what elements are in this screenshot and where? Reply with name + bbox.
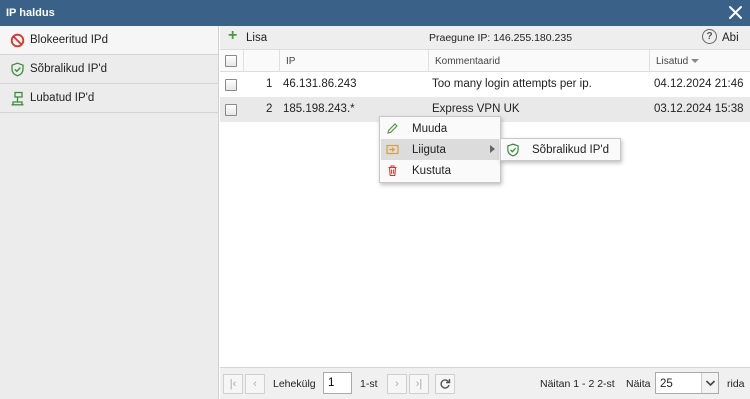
- menu-item-delete[interactable]: Kustuta: [381, 160, 499, 181]
- plus-icon: +: [228, 27, 238, 44]
- first-page-button[interactable]: |‹: [223, 374, 243, 394]
- page-count: 1-st: [360, 378, 378, 390]
- sidebar-item-label: Sõbralikud IP'd: [30, 63, 107, 75]
- move-icon: [386, 144, 399, 155]
- window-titlebar: IP haldus: [0, 0, 750, 26]
- help-icon: ?: [702, 29, 717, 44]
- cell-ip: 185.198.243.*: [283, 103, 355, 115]
- menu-item-label: Liiguta: [412, 144, 446, 156]
- prev-page-button[interactable]: ‹: [245, 374, 265, 394]
- submenu-item-label: Sõbralikud IP'd: [532, 144, 609, 156]
- help-button-label: Abi: [722, 32, 739, 44]
- header-rownum: [244, 50, 280, 72]
- refresh-button[interactable]: [435, 374, 455, 394]
- sidebar-item-label: Blokeeritud IPd: [30, 34, 108, 46]
- context-menu: Muuda Liiguta Kustuta: [379, 116, 501, 183]
- toolbar: + Lisa Praegune IP: 146.255.180.235 ? Ab…: [220, 26, 750, 50]
- shield-check-icon: [11, 62, 24, 77]
- sidebar: Blokeeritud IPd Sõbralikud IP'd Lubatud …: [0, 26, 219, 399]
- select-all-checkbox[interactable]: [225, 55, 237, 67]
- cell-added: 04.12.2024 21:46: [654, 78, 744, 90]
- column-header-ip[interactable]: IP: [280, 50, 429, 72]
- row-checkbox[interactable]: [225, 104, 237, 116]
- network-icon: [11, 91, 24, 106]
- trash-icon: [388, 165, 397, 177]
- page-label: Lehekülg: [273, 378, 316, 390]
- row-number: 2: [266, 103, 273, 115]
- column-header-label: Lisatud: [656, 56, 689, 67]
- submenu-item-friendly[interactable]: Sõbralikud IP'd: [500, 138, 621, 161]
- page-input[interactable]: [323, 372, 352, 394]
- column-header-added[interactable]: Lisatud: [650, 50, 750, 72]
- main-panel: + Lisa Praegune IP: 146.255.180.235 ? Ab…: [220, 26, 750, 399]
- cell-ip: 46.131.86.243: [283, 78, 357, 90]
- column-header-comments[interactable]: Kommentaarid: [429, 50, 650, 72]
- column-header-label: Kommentaarid: [435, 56, 501, 67]
- showing-info: Näitan 1 - 2 2-st: [540, 378, 615, 390]
- refresh-icon: [440, 379, 451, 389]
- current-ip: Praegune IP: 146.255.180.235: [429, 32, 573, 44]
- help-button[interactable]: ? Abi: [702, 29, 742, 47]
- menu-item-label: Kustuta: [412, 165, 451, 177]
- shield-check-icon: [507, 143, 519, 157]
- sidebar-item-blocked[interactable]: Blokeeritud IPd: [0, 26, 218, 55]
- cell-comment: Express VPN UK: [432, 103, 520, 115]
- cell-added: 03.12.2024 15:38: [654, 103, 744, 115]
- add-button-label: Lisa: [246, 32, 268, 44]
- chevron-down-icon: [705, 380, 716, 387]
- blocked-icon: [10, 33, 25, 48]
- sidebar-item-friendly[interactable]: Sõbralikud IP'd: [0, 55, 218, 84]
- sidebar-item-allowed[interactable]: Lubatud IP'd: [0, 84, 218, 113]
- sidebar-item-label: Lubatud IP'd: [30, 92, 95, 104]
- menu-item-move[interactable]: Liiguta: [381, 139, 499, 160]
- page-size-value: 25: [660, 378, 673, 390]
- pager: |‹ ‹ Lehekülg 1-st › ›| Näitan 1 - 2 2-s…: [220, 367, 750, 399]
- column-header-label: IP: [286, 56, 296, 67]
- row-number: 1: [266, 78, 273, 90]
- rows-label: rida: [727, 378, 745, 390]
- header-select-cell: [220, 50, 244, 72]
- page-size-select[interactable]: 25: [655, 372, 719, 394]
- pencil-icon: [387, 123, 398, 134]
- last-page-button[interactable]: ›|: [409, 374, 429, 394]
- window-title: IP haldus: [6, 7, 55, 19]
- menu-item-label: Muuda: [412, 123, 448, 135]
- close-icon[interactable]: [727, 4, 744, 21]
- sort-desc-icon[interactable]: [691, 59, 700, 64]
- show-label: Näita: [626, 378, 651, 390]
- next-page-button[interactable]: ›: [387, 374, 407, 394]
- menu-item-edit[interactable]: Muuda: [381, 118, 499, 139]
- cell-comment: Too many login attempts per ip.: [432, 78, 592, 90]
- submenu-arrow-icon: [490, 145, 495, 153]
- table-row[interactable]: 1 46.131.86.243 Too many login attempts …: [220, 72, 750, 97]
- grid-header: IP Kommentaarid Lisatud: [220, 50, 750, 72]
- dropdown-arrow[interactable]: [701, 373, 718, 393]
- row-checkbox[interactable]: [225, 79, 237, 91]
